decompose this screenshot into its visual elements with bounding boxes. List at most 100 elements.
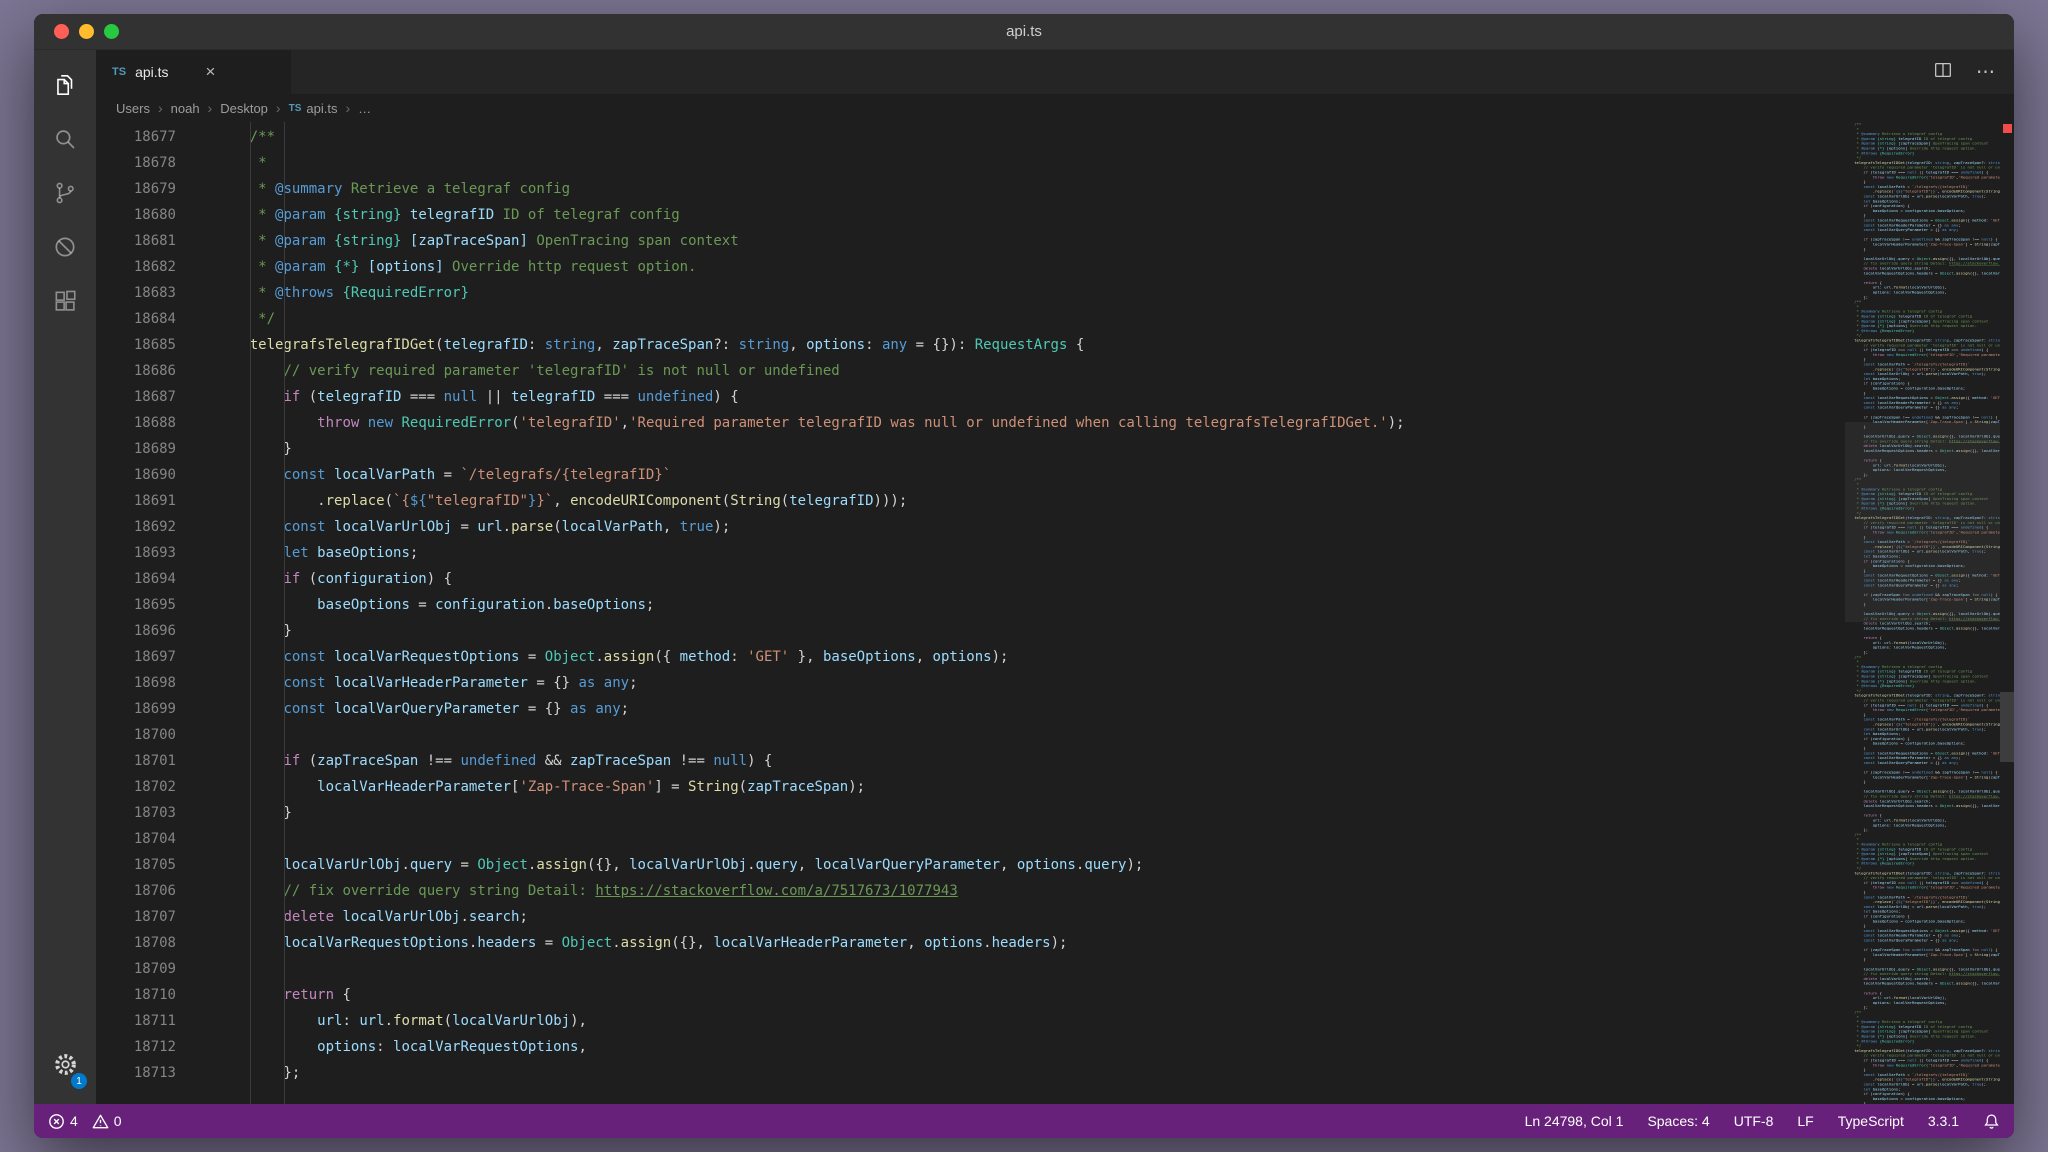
status-language-mode[interactable]: TypeScript <box>1838 1113 1904 1129</box>
line-number: 18680 <box>133 207 176 223</box>
line-number: 18686 <box>133 363 176 379</box>
code-line: if (configuration) { <box>283 571 453 587</box>
code-line: if (telegrafID === null || telegrafID ==… <box>283 389 739 405</box>
typescript-file-icon: TS <box>112 66 127 78</box>
code-line: return { <box>283 987 351 1003</box>
line-number: 18678 <box>133 155 176 171</box>
breadcrumb-item[interactable]: Users <box>116 101 150 116</box>
status-encoding[interactable]: UTF-8 <box>1734 1113 1774 1129</box>
debug-icon[interactable] <box>34 220 96 274</box>
breadcrumb-item[interactable]: … <box>358 101 371 116</box>
traffic-lights <box>54 14 119 49</box>
tab-label: api.ts <box>135 64 169 80</box>
line-number: 18712 <box>133 1039 176 1055</box>
source-control-icon[interactable] <box>34 166 96 220</box>
status-errors[interactable]: 4 <box>48 1113 78 1130</box>
line-number: 18692 <box>133 519 176 535</box>
line-number: 18695 <box>133 597 176 613</box>
settings-gear-icon[interactable]: 1 <box>34 1034 96 1094</box>
code-line: url: url.format(localVarUrlObj), <box>317 1013 587 1029</box>
line-number: 18698 <box>133 675 176 691</box>
line-number: 18706 <box>133 883 176 899</box>
line-number: 18687 <box>133 389 176 405</box>
code-line: localVarRequestOptions.headers = Object.… <box>1863 270 2000 276</box>
line-number: 18708 <box>133 935 176 951</box>
line-number: 18709 <box>133 961 176 977</box>
code-line: localVarRequestOptions.headers = Object.… <box>283 935 1068 951</box>
line-number: 18689 <box>133 441 176 457</box>
code-line: localVarRequestOptions.headers = Object.… <box>1863 981 2000 986</box>
line-number: 18700 <box>133 727 176 743</box>
code-line: let baseOptions; <box>283 545 419 561</box>
minimap[interactable]: /** * * @summary Retrieve a telegraf con… <box>1845 122 2000 1104</box>
scrollbar[interactable] <box>2000 122 2014 1104</box>
breadcrumb-item[interactable]: Desktop <box>220 101 268 116</box>
line-number: 18702 <box>133 779 176 795</box>
code-line: // fix override query string Detail: htt… <box>283 883 958 899</box>
status-indentation[interactable]: Spaces: 4 <box>1647 1113 1709 1129</box>
line-number: 18683 <box>133 285 176 301</box>
code-line: /** <box>249 129 276 145</box>
breadcrumb-item[interactable]: noah <box>171 101 200 116</box>
code-line: } <box>216 805 292 821</box>
tab-api-ts[interactable]: TS api.ts × <box>96 50 291 94</box>
line-number: 18701 <box>133 753 176 769</box>
line-number: 18711 <box>133 1013 176 1029</box>
status-eol[interactable]: LF <box>1797 1113 1813 1129</box>
titlebar[interactable]: api.ts <box>34 14 2014 50</box>
explorer-icon[interactable] <box>34 58 96 112</box>
breadcrumb-item[interactable]: TS api.ts <box>289 101 338 116</box>
code-line: localVarHeaderParameter['Zap-Trace-Span'… <box>1872 774 2000 780</box>
code-line: */ <box>249 311 276 327</box>
code-line: const localVarPath = `/telegrafs/{telegr… <box>283 467 672 483</box>
code-line: localVarUrlObj.query = Object.assign({},… <box>283 857 1144 873</box>
more-actions-icon[interactable]: ⋯ <box>1976 61 1996 84</box>
status-right-items: Ln 24798, Col 1 Spaces: 4 UTF-8 LF TypeScrip… <box>1525 1113 1959 1129</box>
code-line: telegrafsTelegrafIDGet(telegrafID: strin… <box>249 337 1085 353</box>
code-line: throw new RequiredError('telegrafID','Re… <box>1872 1062 2000 1068</box>
code-line: throw new RequiredError('telegrafID','Re… <box>1872 352 2000 357</box>
extensions-icon[interactable] <box>34 274 96 328</box>
status-cursor-position[interactable]: Ln 24798, Col 1 <box>1525 1113 1624 1129</box>
line-number: 18694 <box>133 571 176 587</box>
status-typescript-version[interactable]: 3.3.1 <box>1928 1113 1959 1129</box>
line-number: 18677 <box>133 129 176 145</box>
code-line: } <box>216 623 292 639</box>
line-number: 18705 <box>133 857 176 873</box>
code-line: * @throws {RequiredError} <box>249 285 469 301</box>
code-line: } <box>216 441 292 457</box>
error-count: 4 <box>70 1113 78 1129</box>
breadcrumb: Users › noah › Desktop › TS api.ts ›… <box>96 94 2014 122</box>
code-line: localVarRequestOptions.headers = Object.… <box>1863 803 2000 809</box>
line-number: 18681 <box>133 233 176 249</box>
line-number: 18713 <box>133 1065 176 1081</box>
minimize-window-button[interactable] <box>79 24 94 39</box>
code-line: } <box>1845 1101 1866 1104</box>
activity-bar: 1 <box>34 50 96 1104</box>
vscode-window: api.ts 1 TS api.ts × ⋯ Users › noah › De… <box>34 14 2014 1138</box>
editor[interactable]: 18677 18678 18679 18680 18681 18682 18683 18684… <box>96 122 2014 1104</box>
line-number: 18707 <box>133 909 176 925</box>
code-line: localVarHeaderParameter['Zap-Trace-Span'… <box>317 779 866 795</box>
settings-notification-badge: 1 <box>71 1073 87 1089</box>
close-tab-icon[interactable]: × <box>206 62 216 82</box>
code-line: const localVarUrlObj = url.parse(localVa… <box>283 519 731 535</box>
split-editor-icon[interactable] <box>1932 59 1954 86</box>
line-number: 18688 <box>133 415 176 431</box>
scrollbar-thumb[interactable] <box>2000 691 2014 762</box>
search-icon[interactable] <box>34 112 96 166</box>
code-line: throw new RequiredError('telegrafID','Re… <box>1872 174 2000 180</box>
close-window-button[interactable] <box>54 24 69 39</box>
notifications-bell-icon[interactable] <box>1983 1113 2000 1130</box>
breadcrumb-separator-icon: › <box>275 100 281 116</box>
code-line: const localVarQueryParameter = {} as any… <box>283 701 630 717</box>
code-line: }; <box>216 1065 301 1081</box>
status-warnings[interactable]: 0 <box>92 1113 122 1130</box>
line-number: 18696 <box>133 623 176 639</box>
line-number: 18679 <box>133 181 176 197</box>
code-line: * <box>249 155 267 171</box>
editor-code[interactable]: /** * * @summary Retrieve a telegraf con… <box>176 122 1845 1104</box>
minimap-slider[interactable] <box>1845 422 2000 622</box>
zoom-window-button[interactable] <box>104 24 119 39</box>
